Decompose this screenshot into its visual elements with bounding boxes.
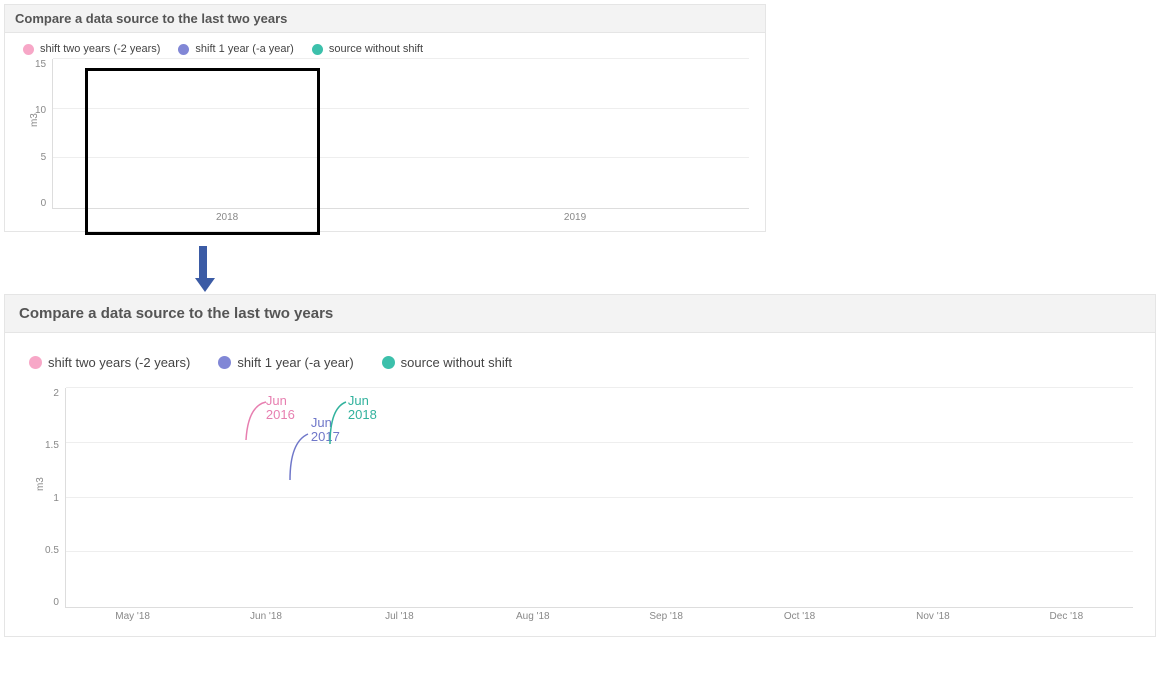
- legend-item: shift 1 year (-a year): [178, 43, 293, 55]
- panel-title-top: Compare a data source to the last two ye…: [5, 5, 765, 33]
- legend-label: source without shift: [401, 355, 512, 370]
- y-tick: 5: [41, 152, 47, 163]
- legend-dot-teal: [382, 356, 395, 369]
- x-tick: Aug '18: [466, 611, 599, 622]
- legend-label: shift 1 year (-a year): [237, 355, 353, 370]
- chart-bottom: m3 2 1.5 1 0.5 0 May '18Jun '18Jul '18Au…: [45, 388, 1133, 608]
- legend-label: shift 1 year (-a year): [195, 43, 293, 55]
- x-tick: Sep '18: [599, 611, 732, 622]
- arrow-down-icon: [195, 246, 211, 292]
- legend-top: shift two years (-2 years) shift 1 year …: [23, 43, 753, 55]
- x-tick: Oct '18: [733, 611, 866, 622]
- legend-item: source without shift: [382, 355, 512, 370]
- x-tick: Jun '18: [199, 611, 332, 622]
- y-axis-bottom: 2 1.5 1 0.5 0: [45, 388, 65, 608]
- legend-dot-blue: [178, 44, 189, 55]
- legend-dot-pink: [23, 44, 34, 55]
- plot-area-bottom: May '18Jun '18Jul '18Aug '18Sep '18Oct '…: [65, 388, 1133, 608]
- panel-title-bottom: Compare a data source to the last two ye…: [5, 295, 1155, 333]
- y-tick: 0: [41, 198, 47, 209]
- y-axis-label-top: m3: [29, 113, 40, 127]
- x-tick: 2019: [401, 212, 749, 223]
- x-tick: Nov '18: [866, 611, 999, 622]
- chart-panel-bottom: Compare a data source to the last two ye…: [4, 294, 1156, 637]
- legend-bottom: shift two years (-2 years) shift 1 year …: [29, 355, 1137, 370]
- y-tick: 0.5: [45, 545, 59, 556]
- legend-item: shift two years (-2 years): [23, 43, 160, 55]
- y-tick: 2: [53, 388, 59, 399]
- legend-dot-pink: [29, 356, 42, 369]
- chart-panel-top: Compare a data source to the last two ye…: [4, 4, 766, 232]
- legend-label: shift two years (-2 years): [48, 355, 190, 370]
- y-tick: 1: [53, 493, 59, 504]
- legend-item: shift 1 year (-a year): [218, 355, 353, 370]
- legend-item: source without shift: [312, 43, 423, 55]
- plot-area-top: 20182019: [52, 59, 749, 209]
- y-tick: 15: [35, 59, 46, 70]
- legend-dot-blue: [218, 356, 231, 369]
- x-tick: Jul '18: [333, 611, 466, 622]
- y-axis-top: 15 10 5 0: [35, 59, 52, 209]
- legend-label: source without shift: [329, 43, 423, 55]
- y-tick: 1.5: [45, 440, 59, 451]
- x-tick: Dec '18: [1000, 611, 1133, 622]
- y-axis-label-bottom: m3: [35, 477, 46, 491]
- legend-label: shift two years (-2 years): [40, 43, 160, 55]
- x-tick: May '18: [66, 611, 199, 622]
- chart-top: m3 15 10 5 0 20182019: [35, 59, 749, 209]
- legend-dot-teal: [312, 44, 323, 55]
- legend-item: shift two years (-2 years): [29, 355, 190, 370]
- x-tick: 2018: [53, 212, 401, 223]
- y-tick: 0: [53, 597, 59, 608]
